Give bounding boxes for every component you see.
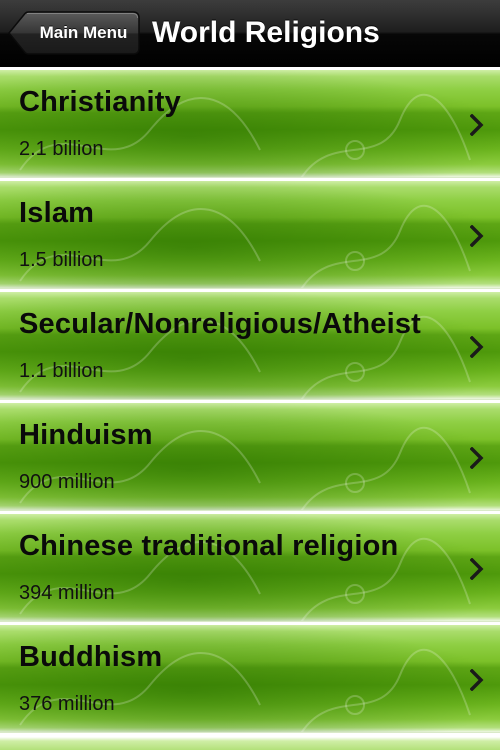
list-item-religion[interactable]: Hinduism 900 million <box>0 400 500 511</box>
chevron-right-icon <box>470 225 484 247</box>
religion-name: Hinduism <box>19 419 153 451</box>
main-menu-back-button[interactable]: Main Menu <box>8 11 140 55</box>
religion-followers: 376 million <box>19 693 115 715</box>
religion-followers: 1.5 billion <box>19 249 104 271</box>
chevron-right-icon <box>470 336 484 358</box>
religion-followers: 1.1 billion <box>19 360 104 382</box>
chevron-right-icon <box>470 558 484 580</box>
list-item-partial[interactable] <box>0 733 500 750</box>
app-screen: Main Menu World Religions Christianity 2… <box>0 0 500 750</box>
religion-followers: 900 million <box>19 471 115 493</box>
list-item-religion[interactable]: Buddhism 376 million <box>0 622 500 733</box>
religion-list: Christianity 2.1 billion Islam 1.5 billi… <box>0 67 500 750</box>
navigation-bar: Main Menu World Religions <box>0 0 500 67</box>
list-item-religion[interactable]: Christianity 2.1 billion <box>0 67 500 178</box>
religion-name: Christianity <box>19 86 181 118</box>
list-item-religion[interactable]: Chinese traditional religion 394 million <box>0 511 500 622</box>
religion-followers: 2.1 billion <box>19 138 104 160</box>
religion-name: Islam <box>19 197 95 229</box>
religion-name: Chinese traditional religion <box>19 530 399 562</box>
list-item-religion[interactable]: Secular/Nonreligious/Atheist 1.1 billion <box>0 289 500 400</box>
religion-name: Buddhism <box>19 641 163 673</box>
chevron-right-icon <box>470 669 484 691</box>
page-title: World Religions <box>152 16 380 49</box>
religion-followers: 394 million <box>19 582 115 604</box>
religion-name: Secular/Nonreligious/Atheist <box>19 308 422 340</box>
list-item-religion[interactable]: Islam 1.5 billion <box>0 178 500 289</box>
chevron-right-icon <box>470 114 484 136</box>
back-button-label: Main Menu <box>39 23 128 42</box>
chevron-right-icon <box>470 447 484 469</box>
